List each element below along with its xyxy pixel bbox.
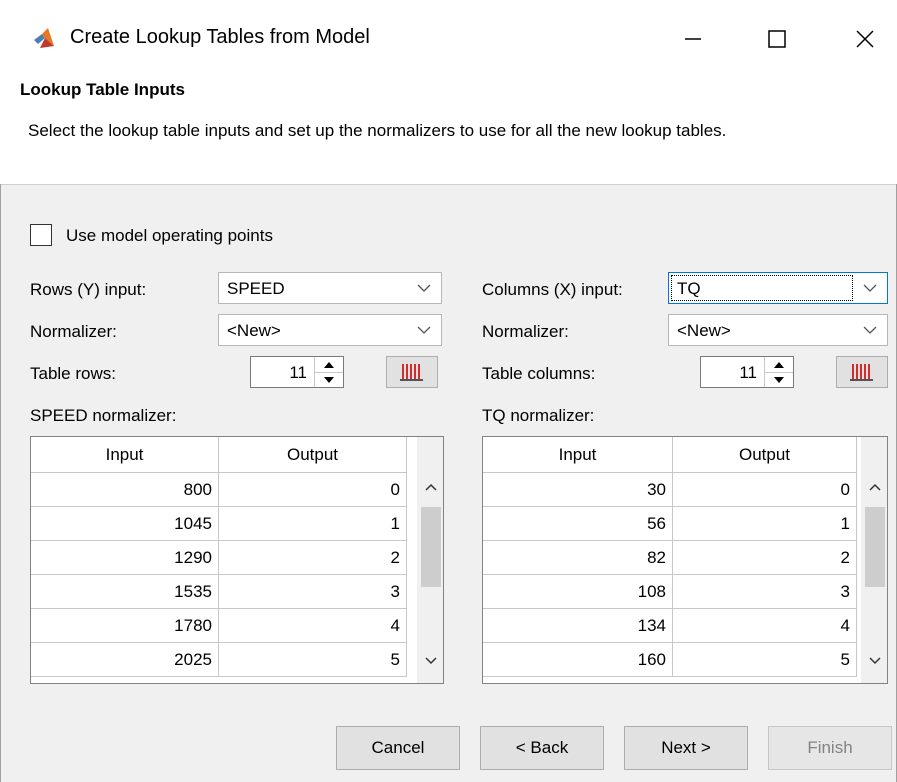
output-cell[interactable]: 0 [673,473,857,507]
close-icon [856,30,874,48]
output-cell[interactable]: 3 [673,575,857,609]
spinner-buttons [764,357,793,387]
columns-input-value: TQ [677,279,701,298]
column-header-input[interactable]: Input [483,437,673,473]
arrow-down-icon [324,376,334,383]
plot-rows-normalizer-button[interactable] [386,356,438,388]
table-columns-value: 11 [739,363,757,382]
input-cell[interactable]: 1780 [31,609,219,643]
decrement-button[interactable] [765,372,793,387]
table-rows-label: Table rows: [30,364,116,383]
scroll-down-icon[interactable] [421,651,441,671]
scroll-up-icon[interactable] [421,477,441,497]
output-cell[interactable]: 4 [673,609,857,643]
output-cell[interactable]: 2 [673,541,857,575]
input-cell[interactable]: 56 [483,507,673,541]
input-cell[interactable]: 1535 [31,575,219,609]
columns-input-select[interactable]: TQ [668,272,888,304]
rows-table-label: SPEED normalizer: [30,406,177,425]
input-cell[interactable]: 800 [31,473,219,507]
input-cell[interactable]: 134 [483,609,673,643]
increment-button[interactable] [765,357,793,373]
vertical-scrollbar[interactable] [861,437,887,683]
back-button[interactable]: < Back [480,726,604,770]
chevron-down-icon [863,284,877,292]
output-cell[interactable]: 0 [219,473,407,507]
column-header-input[interactable]: Input [31,437,219,473]
plot-columns-normalizer-button[interactable] [836,356,888,388]
table-rows-spinner[interactable]: 11 [250,356,344,388]
arrow-up-icon [774,361,784,368]
table-rows-value: 11 [289,363,307,382]
input-cell[interactable]: 1045 [31,507,219,541]
window-border-left [0,184,1,782]
use-operating-points-checkbox[interactable] [30,224,52,246]
page-description: Select the lookup table inputs and set u… [28,121,727,140]
rows-input-value: SPEED [227,279,285,298]
cancel-button[interactable]: Cancel [336,726,460,770]
output-cell[interactable]: 5 [673,643,857,677]
input-cell[interactable]: 1290 [31,541,219,575]
scroll-up-icon[interactable] [865,477,885,497]
table-columns-spinner[interactable]: 11 [700,356,794,388]
minimize-icon [685,38,701,40]
next-button[interactable]: Next > [624,726,748,770]
use-operating-points-label: Use model operating points [66,226,273,245]
rows-input-label: Rows (Y) input: [30,280,147,299]
bar-plot-icon [400,364,423,381]
close-button[interactable] [840,14,890,64]
chevron-down-icon [417,284,431,292]
matlab-icon [32,26,56,50]
scroll-thumb[interactable] [865,507,885,587]
finish-button[interactable]: Finish [768,726,892,770]
input-cell[interactable]: 160 [483,643,673,677]
increment-button[interactable] [315,357,343,373]
columns-input-label: Columns (X) input: [482,280,623,299]
output-cell[interactable]: 4 [219,609,407,643]
page-title: Lookup Table Inputs [20,80,185,99]
arrow-up-icon [324,361,334,368]
chevron-down-icon [417,326,431,334]
chevron-down-icon [863,326,877,334]
column-header-output[interactable]: Output [673,437,857,473]
maximize-button[interactable] [752,14,802,64]
scroll-down-icon[interactable] [865,651,885,671]
minimize-button[interactable] [668,14,718,64]
rows-normalizer-value: <New> [227,321,281,340]
bar-plot-icon [850,364,873,381]
columns-table-label: TQ normalizer: [482,406,595,425]
output-cell[interactable]: 5 [219,643,407,677]
input-cell[interactable]: 2025 [31,643,219,677]
rows-input-select[interactable]: SPEED [218,272,442,304]
rows-normalizer-select[interactable]: <New> [218,314,442,346]
maximize-icon [768,30,786,48]
decrement-button[interactable] [315,372,343,387]
output-cell[interactable]: 3 [219,575,407,609]
columns-normalizer-select[interactable]: <New> [668,314,888,346]
spinner-buttons [314,357,343,387]
rows-normalizer-label: Normalizer: [30,322,117,341]
window-title: Create Lookup Tables from Model [70,26,370,48]
input-cell[interactable]: 30 [483,473,673,507]
output-cell[interactable]: 2 [219,541,407,575]
columns-normalizer-label: Normalizer: [482,322,569,341]
output-cell[interactable]: 1 [673,507,857,541]
scroll-thumb[interactable] [421,507,441,587]
input-cell[interactable]: 108 [483,575,673,609]
columns-normalizer-value: <New> [677,321,731,340]
rows-normalizer-table[interactable]: Input Output 800 0 1045 1 1290 2 1535 3 1780 4 202… [30,436,444,684]
columns-normalizer-table[interactable]: Input Output 30 0 56 1 82 2 108 3 134 4 160 5 [482,436,888,684]
vertical-scrollbar[interactable] [417,437,443,683]
output-cell[interactable]: 1 [219,507,407,541]
column-header-output[interactable]: Output [219,437,407,473]
arrow-down-icon [774,376,784,383]
input-cell[interactable]: 82 [483,541,673,575]
table-columns-label: Table columns: [482,364,596,383]
